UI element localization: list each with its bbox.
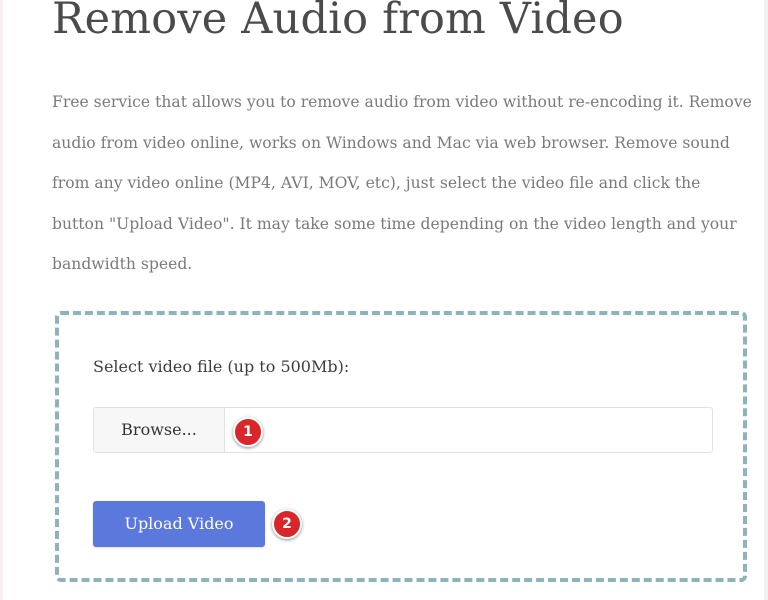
file-select-label: Select video file (up to 500Mb): (93, 357, 350, 376)
left-edge-strip (0, 0, 3, 600)
step-marker-2: 2 (272, 509, 302, 539)
video-file-input[interactable]: Browse... (93, 407, 713, 453)
right-edge-strip (764, 0, 768, 600)
browse-button[interactable]: Browse... (94, 408, 225, 452)
page-title: Remove Audio from Video (52, 0, 624, 44)
page: Remove Audio from Video Free service tha… (0, 0, 768, 600)
page-description: Free service that allows you to remove a… (52, 93, 752, 273)
upload-video-button[interactable]: Upload Video (93, 501, 265, 547)
step-marker-1: 1 (233, 417, 263, 447)
